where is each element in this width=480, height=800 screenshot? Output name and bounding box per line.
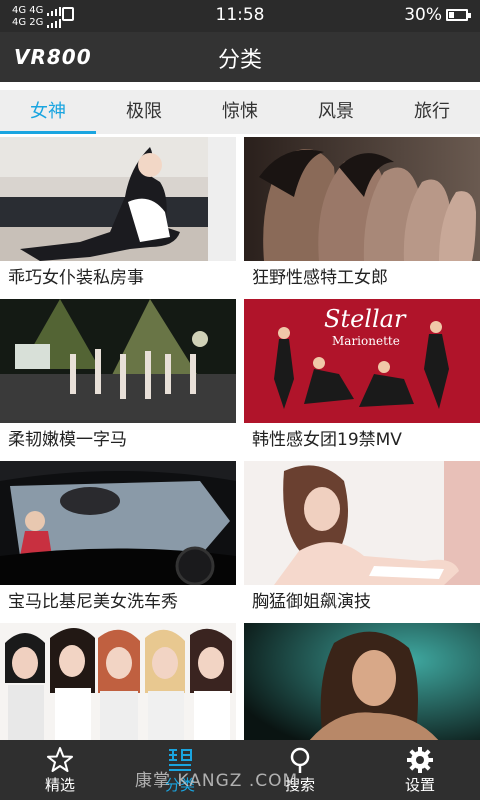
video-thumbnail[interactable]	[0, 137, 236, 261]
battery-percent: 30%	[404, 5, 442, 25]
watermark: 康掌 KANGZ .COM	[135, 771, 299, 791]
tab-thriller[interactable]: 惊悚	[192, 90, 288, 134]
tab-scenery[interactable]: 风景	[288, 90, 384, 134]
video-card[interactable]	[244, 623, 480, 740]
video-card[interactable]: 胸猛御姐飙演技	[244, 461, 480, 623]
gear-icon	[407, 747, 433, 773]
video-card[interactable]	[0, 623, 236, 740]
star-icon	[47, 747, 73, 772]
nav-label: 精选	[44, 776, 75, 794]
video-title[interactable]: 乖巧女仆装私房事	[0, 261, 236, 299]
battery-icon	[446, 9, 471, 21]
nav-settings[interactable]: 设置	[360, 740, 480, 800]
page-title: 分类	[217, 48, 262, 73]
video-thumbnail[interactable]	[244, 461, 480, 585]
video-thumbnail[interactable]	[0, 623, 236, 740]
video-thumbnail[interactable]: Stellar Marionette	[244, 299, 480, 423]
app-header: VR800 分类	[0, 32, 480, 82]
video-card[interactable]: 宝马比基尼美女洗车秀	[0, 461, 236, 623]
tab-extreme[interactable]: 极限	[96, 90, 192, 134]
nav-featured[interactable]: 精选	[0, 740, 120, 800]
poster-title-text: Stellar	[324, 305, 407, 333]
video-card[interactable]: 乖巧女仆装私房事	[0, 137, 236, 299]
tab-travel[interactable]: 旅行	[384, 90, 480, 134]
video-title[interactable]: 宝马比基尼美女洗车秀	[0, 585, 236, 623]
video-title[interactable]: 柔韧嫩模一字马	[0, 423, 236, 461]
video-title[interactable]: 韩性感女团19禁MV	[244, 423, 480, 461]
status-bar: 4G 4G 4G 2G 11:58 30%	[0, 0, 480, 32]
nav-label: 设置	[404, 776, 435, 794]
video-title[interactable]: 胸猛御姐飙演技	[244, 585, 480, 623]
video-thumbnail[interactable]	[244, 623, 480, 740]
video-card[interactable]: Stellar Marionette 韩性感女团19禁MV	[244, 299, 480, 461]
video-grid: 乖巧女仆装私房事 狂野性感特工女郎 柔韧嫩模一字马 Stellar Marion…	[0, 137, 480, 740]
video-thumbnail[interactable]	[0, 299, 236, 423]
poster-subtitle-text: Marionette	[332, 334, 400, 348]
video-card[interactable]: 狂野性感特工女郎	[244, 137, 480, 299]
video-card[interactable]: 柔韧嫩模一字马	[0, 299, 236, 461]
tab-goddess[interactable]: 女神	[0, 90, 96, 134]
video-thumbnail[interactable]	[244, 137, 480, 261]
video-title[interactable]: 狂野性感特工女郎	[244, 261, 480, 299]
category-tabs: 女神 极限 惊悚 风景 旅行	[0, 90, 480, 134]
video-thumbnail[interactable]	[0, 461, 236, 585]
